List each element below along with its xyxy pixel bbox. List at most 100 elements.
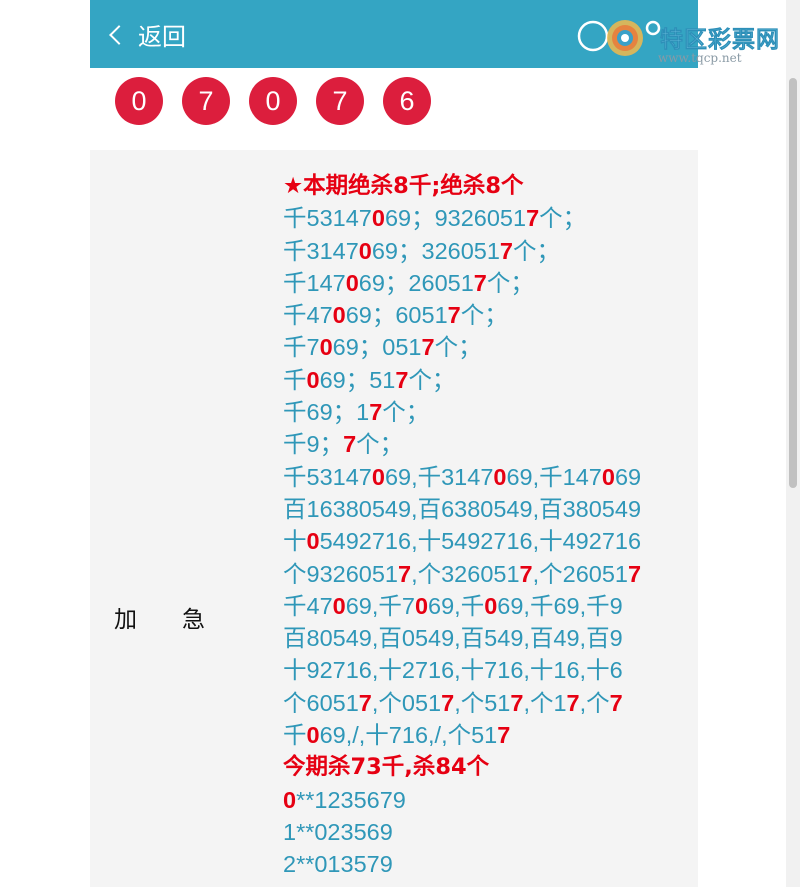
line-text: ,个326051 — [411, 560, 520, 587]
highlight-digit: 0 — [493, 463, 507, 490]
kill-line: 千3147069；3260517个； — [283, 235, 698, 267]
line-text: 千47 — [283, 302, 333, 329]
line-text: 十 — [283, 528, 307, 555]
line-text: 2**013579 — [283, 851, 393, 878]
highlight-digit: 7 — [519, 560, 533, 587]
back-label: 返回 — [138, 22, 186, 51]
kill-line: 千069,/,十716,/,个517 — [283, 719, 698, 751]
line-text: ,个26051 — [532, 560, 628, 587]
line-text: 个； — [434, 334, 482, 361]
scrollbar-thumb[interactable] — [789, 78, 797, 488]
scrollbar[interactable] — [786, 0, 800, 887]
prediction-content: ★本期绝杀8千;绝杀8个 千53147069；93260517个； 千3147069… — [283, 170, 698, 887]
kill-line: 千53147069,千3147069,千147069 — [283, 461, 698, 493]
brand-name: 特区彩票网 — [660, 27, 780, 54]
kill-heading: 今期杀73千,杀84个 — [283, 751, 698, 783]
highlight-digit: 7 — [441, 689, 455, 716]
brand-url: www.tqcp.net — [658, 51, 742, 65]
highlight-digit: 0 — [283, 786, 297, 813]
highlight-digit: 7 — [497, 722, 511, 749]
result-ball: 6 — [383, 77, 431, 125]
line-text: 69；051 — [332, 334, 422, 361]
line-text: 69,千 — [428, 592, 485, 619]
kill-line: 千069；517个； — [283, 364, 698, 396]
line-text: 69,千69,千9 — [497, 592, 623, 619]
line-text: 十92716,十2716,十716,十16,十6 — [283, 657, 623, 684]
line-text: 69；26051 — [358, 269, 474, 296]
highlight-digit: 7 — [343, 431, 357, 458]
line-text: 个9326051 — [283, 560, 398, 587]
highlight-digit: 0 — [306, 722, 320, 749]
brand-watermark: 特区彩票网 www.tqcp.net — [575, 6, 800, 68]
kill-line: 个93260517,个3260517,个260517 — [283, 558, 698, 590]
line-text: 69 — [614, 463, 642, 490]
line-text: 69,千7 — [345, 592, 415, 619]
kill-line: 十05492716,十5492716,十492716 — [283, 525, 698, 557]
line-text: 个； — [408, 366, 456, 393]
highlight-digit: 0 — [371, 463, 385, 490]
kill-line: 个60517,个0517,个517,个17,个7 — [283, 687, 698, 719]
result-ball: 0 — [249, 77, 297, 125]
kill-line: 十92716,十2716,十716,十16,十6 — [283, 654, 698, 686]
line-text: 个； — [486, 269, 534, 296]
result-ball: 0 — [115, 77, 163, 125]
line-text: 千47 — [283, 592, 333, 619]
highlight-digit: 0 — [332, 302, 346, 329]
kill-line: 千147069；260517个； — [283, 267, 698, 299]
kill-line: 2**013579 — [283, 848, 698, 880]
kill-line: 千9；7个； — [283, 428, 698, 460]
result-ball: 7 — [316, 77, 364, 125]
highlight-digit: 0 — [306, 366, 320, 393]
highlight-digit: 7 — [395, 366, 409, 393]
highlight-digit: 7 — [473, 269, 487, 296]
row-label-char: 加 — [114, 607, 137, 633]
highlight-digit: 7 — [510, 689, 524, 716]
line-text: 69；6051 — [345, 302, 448, 329]
line-text: 千147 — [283, 269, 346, 296]
line-text: 千53147 — [283, 463, 372, 490]
line-text: 69,千3147 — [384, 463, 494, 490]
result-balls: 0 7 0 7 6 — [115, 77, 450, 125]
line-text: ,个1 — [523, 689, 567, 716]
line-text: 千53147 — [283, 205, 372, 232]
line-text: 个； — [460, 302, 508, 329]
highlight-digit: 0 — [319, 334, 333, 361]
highlight-digit: 0 — [414, 592, 429, 619]
kill-line: 4**01235679 — [283, 881, 698, 887]
line-text: 9 — [392, 786, 406, 813]
row-label-char: 急 — [182, 607, 205, 633]
line-text: 个； — [539, 205, 587, 232]
line-text: 千3147 — [283, 237, 359, 264]
line-text: 千 — [283, 366, 307, 393]
highlight-digit: 0 — [358, 237, 372, 264]
kill-line: 千69；17个； — [283, 396, 698, 428]
kill-line: 1**023569 — [283, 816, 698, 848]
line-text: 69；9326051 — [384, 205, 527, 232]
result-ball: 7 — [182, 77, 230, 125]
line-text: 个6051 — [283, 689, 359, 716]
line-text: ,个51 — [454, 689, 511, 716]
line-text: ,个 — [579, 689, 610, 716]
line-text: ★本期绝杀8千;绝杀8个 — [283, 173, 524, 199]
line-text: 千7 — [283, 334, 320, 361]
highlight-digit: 7 — [609, 689, 623, 716]
line-text: 69,千147 — [506, 463, 602, 490]
highlight-digit: 0 — [371, 205, 385, 232]
line-text: 1**023569 — [283, 818, 393, 845]
highlight-digit: 0 — [306, 528, 320, 555]
line-text: 百80549,百0549,百549,百49,百9 — [283, 625, 623, 652]
kill-heading: ★本期绝杀8千;绝杀8个 — [283, 170, 698, 202]
line-text: 69；326051 — [371, 237, 500, 264]
line-text: 4**01235679 — [283, 884, 419, 887]
kill-line: 百16380549,百6380549,百380549 — [283, 493, 698, 525]
highlight-digit: 7 — [369, 399, 383, 426]
line-text: 69；51 — [319, 366, 396, 393]
line-text: 69,/,十716,/,个51 — [319, 722, 498, 749]
logo-rings-icon — [577, 20, 661, 56]
kill-line: 千47069；60517个； — [283, 299, 698, 331]
kill-line: 0**1235679 — [283, 784, 698, 816]
row-label: 加 急 — [114, 600, 205, 634]
kill-line: 千53147069；93260517个； — [283, 202, 698, 234]
back-button[interactable]: 返回 — [109, 14, 186, 54]
highlight-digit: 7 — [526, 205, 540, 232]
